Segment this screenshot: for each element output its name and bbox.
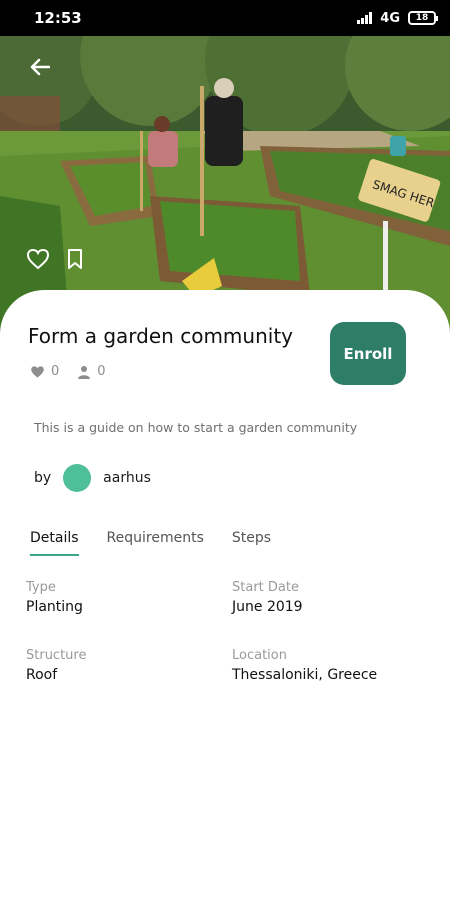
person-icon	[78, 365, 91, 379]
tab-requirements[interactable]: Requirements	[107, 530, 204, 556]
detail-type: Type Planting	[26, 580, 83, 615]
signal-icon	[357, 12, 373, 24]
enrolled-stat: 0	[77, 364, 106, 379]
detail-start-date-value: June 2019	[232, 599, 303, 615]
arrow-left-icon	[30, 58, 50, 76]
status-indicators: 4G 18	[357, 10, 438, 26]
status-bar: 12:53 4G 18	[0, 0, 450, 36]
enrolled-count: 0	[97, 364, 106, 379]
tab-steps[interactable]: Steps	[232, 530, 271, 556]
detail-location: Location Thessaloniki, Greece	[232, 648, 377, 683]
avatar[interactable]	[63, 464, 92, 492]
detail-start-date-label: Start Date	[232, 580, 299, 595]
author-row[interactable]: by aarhus	[34, 464, 151, 492]
course-description: This is a guide on how to start a garden…	[34, 420, 358, 435]
heart-outline-icon	[26, 248, 50, 270]
detail-start-date: Start Date June 2019	[232, 580, 303, 615]
detail-location-value: Thessaloniki, Greece	[232, 667, 378, 683]
battery-level: 18	[415, 13, 429, 23]
author-name[interactable]: aarhus	[103, 470, 151, 486]
heart-icon	[31, 365, 44, 378]
likes-stat: 0	[30, 364, 59, 379]
network-type: 4G	[380, 10, 400, 26]
page-title: Form a garden community	[28, 324, 293, 348]
detail-structure: Structure Roof	[26, 648, 86, 683]
author-prefix: by	[34, 470, 52, 486]
battery-icon: 18	[408, 11, 438, 25]
detail-type-value: Planting	[26, 599, 83, 615]
likes-count: 0	[51, 364, 60, 379]
enroll-button[interactable]: Enroll	[330, 322, 406, 385]
detail-structure-label: Structure	[26, 648, 87, 663]
detail-type-label: Type	[26, 580, 56, 595]
tab-bar: Details Requirements Steps	[30, 530, 271, 556]
course-stats: 0 0	[30, 364, 106, 379]
detail-location-label: Location	[232, 648, 287, 663]
status-time: 12:53	[34, 9, 82, 27]
bookmark-outline-icon	[68, 249, 82, 269]
details-sheet: Form a garden community 0 0 Enroll This …	[0, 290, 450, 900]
detail-structure-value: Roof	[26, 667, 58, 683]
tab-details[interactable]: Details	[30, 530, 79, 556]
